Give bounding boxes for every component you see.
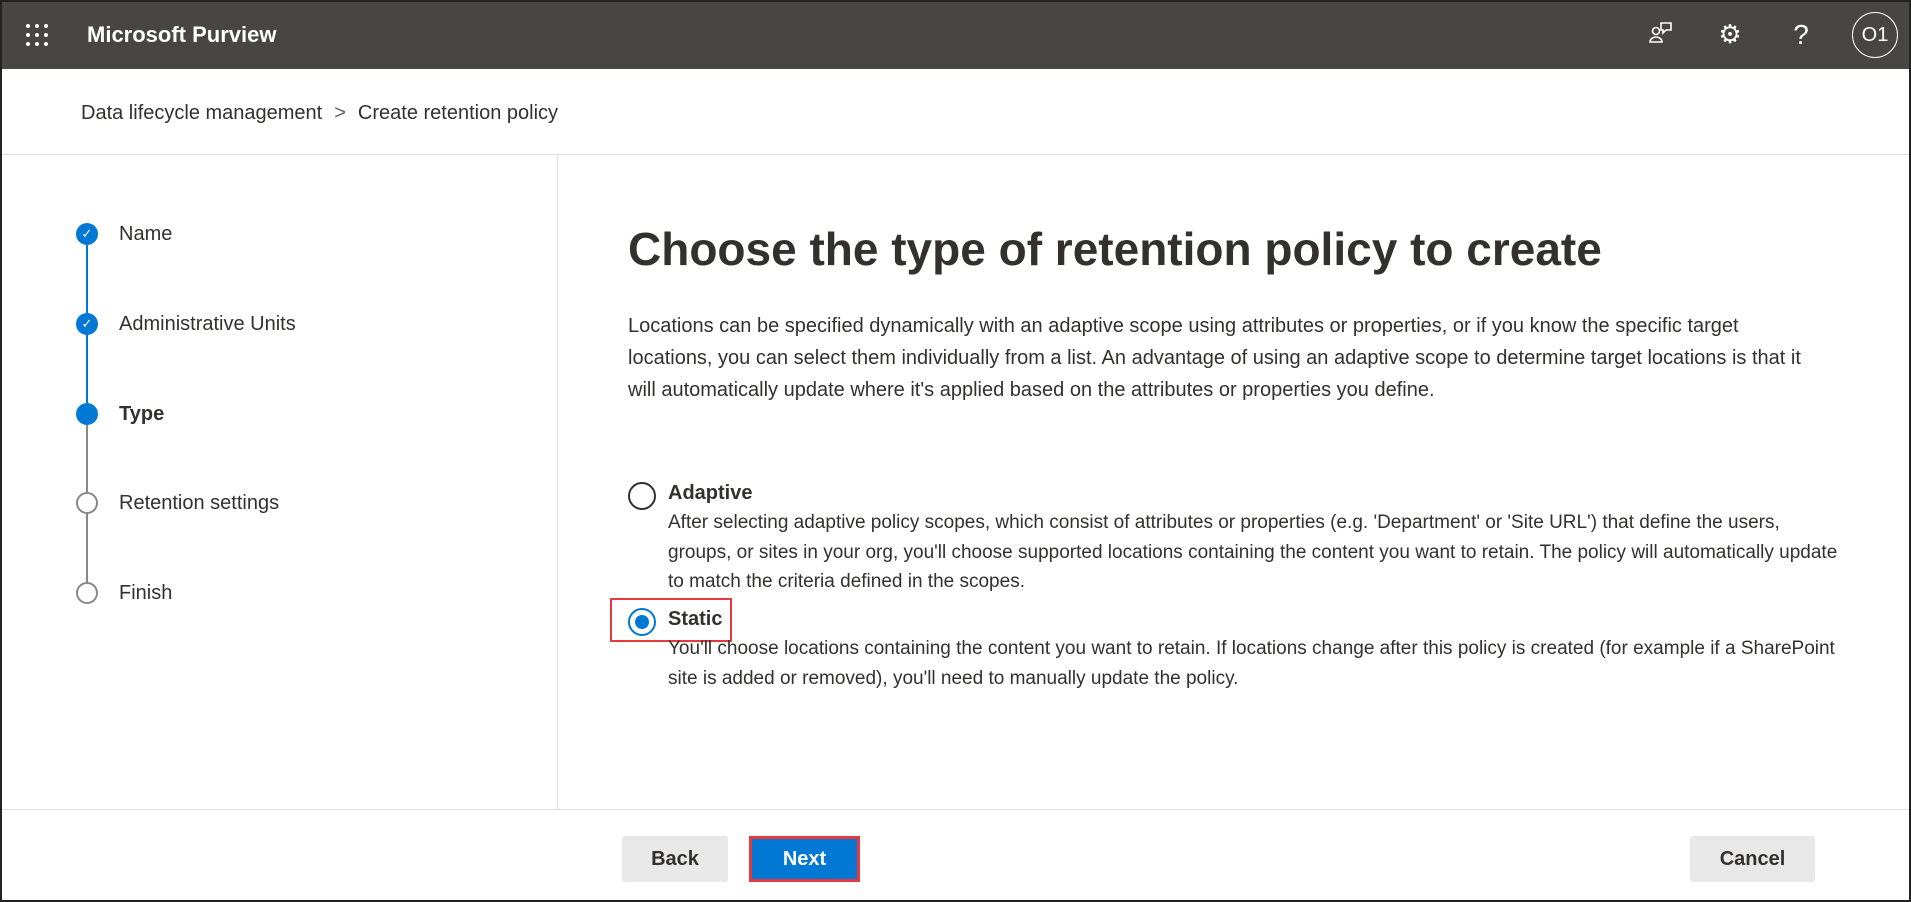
- checkmark-icon: ✓: [76, 313, 98, 335]
- cancel-button[interactable]: Cancel: [1690, 836, 1815, 882]
- top-bar: Microsoft Purview ⚙ ? O1: [2, 2, 1909, 69]
- step-finish: Finish: [76, 582, 172, 604]
- step-label: Name: [119, 222, 173, 245]
- step-label: Administrative Units: [119, 312, 296, 335]
- feedback-icon[interactable]: [1645, 19, 1677, 54]
- breadcrumb-item-current: Create retention policy: [357, 102, 559, 124]
- current-step-icon: [76, 403, 98, 425]
- option-label[interactable]: Static: [668, 608, 722, 631]
- waffle-icon[interactable]: [26, 24, 48, 46]
- pending-step-icon: [76, 582, 98, 604]
- pending-step-icon: [76, 492, 98, 514]
- help-icon[interactable]: ?: [1785, 19, 1817, 51]
- step-administrative-units: ✓ Administrative Units: [76, 313, 296, 335]
- checkmark-icon: ✓: [76, 223, 98, 245]
- chevron-right-icon: >: [334, 102, 346, 124]
- static-radio[interactable]: [628, 608, 656, 636]
- option-description: You'll choose locations containing the c…: [668, 638, 1835, 689]
- avatar[interactable]: O1: [1852, 12, 1898, 58]
- divider: [2, 809, 1909, 810]
- step-label: Finish: [119, 581, 173, 604]
- divider: [557, 154, 558, 809]
- app-title[interactable]: Microsoft Purview: [87, 22, 276, 48]
- breadcrumb-item-dlm[interactable]: Data lifecycle management: [81, 102, 322, 124]
- next-button[interactable]: Next: [749, 836, 860, 882]
- back-button[interactable]: Back: [622, 836, 728, 882]
- step-retention-settings: Retention settings: [76, 492, 279, 514]
- divider: [2, 154, 1909, 155]
- breadcrumb: Data lifecycle management > Create retenti…: [81, 102, 558, 125]
- gear-icon[interactable]: ⚙: [1714, 19, 1746, 50]
- step-label: Type: [119, 402, 165, 425]
- page-description: Locations can be specified dynamically w…: [628, 315, 1801, 401]
- step-label: Retention settings: [119, 491, 280, 514]
- page-title: Choose the type of retention policy to c…: [628, 223, 1602, 275]
- option-label[interactable]: Adaptive: [668, 482, 752, 505]
- step-type: Type: [76, 403, 164, 425]
- adaptive-radio[interactable]: [628, 482, 656, 510]
- option-description: After selecting adaptive policy scopes, …: [668, 512, 1838, 592]
- step-name: ✓ Name: [76, 223, 172, 245]
